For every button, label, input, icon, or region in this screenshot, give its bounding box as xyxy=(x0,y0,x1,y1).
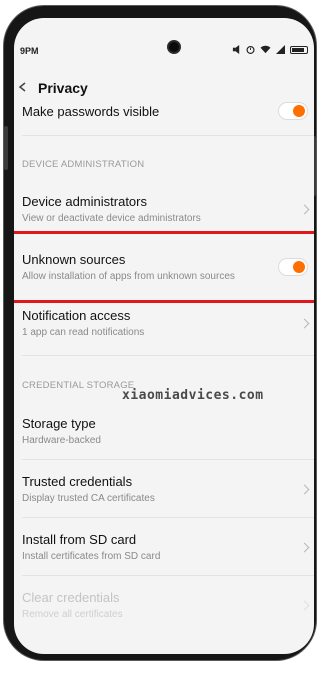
back-arrow-icon[interactable] xyxy=(18,82,28,92)
row-sublabel: Hardware-backed xyxy=(22,435,101,446)
status-bar: 9PM xyxy=(14,44,314,60)
page-title: Privacy xyxy=(38,80,88,96)
row-label: Install from SD card xyxy=(22,532,137,547)
trusted-credentials-row[interactable]: Trusted credentials Display trusted CA c… xyxy=(14,460,314,518)
make-passwords-visible-row[interactable]: Make passwords visible xyxy=(14,102,314,136)
row-sublabel: 1 app can read notifications xyxy=(22,327,145,338)
row-divider xyxy=(22,135,314,136)
mute-icon xyxy=(232,45,240,54)
toggle-knob xyxy=(293,105,305,117)
volume-button xyxy=(4,126,8,170)
screen: 9PM Privacy Make passwords visible DEVIC… xyxy=(14,18,314,654)
highlight-line-top xyxy=(14,231,314,234)
row-sublabel: Display trusted CA certificates xyxy=(22,493,155,504)
row-sublabel: Remove all certificates xyxy=(22,609,123,620)
chevron-right-icon xyxy=(299,318,310,329)
row-label: Notification access xyxy=(22,308,131,323)
row-label: Unknown sources xyxy=(22,252,126,267)
battery-icon xyxy=(290,45,308,54)
device-administrators-row[interactable]: Device administrators View or deactivate… xyxy=(14,178,314,230)
unknown-sources-toggle[interactable] xyxy=(278,258,308,276)
chevron-right-icon xyxy=(299,484,310,495)
alarm-icon xyxy=(246,45,255,54)
section-header-credential-storage: CREDENTIAL STORAGE xyxy=(22,380,135,391)
make-passwords-visible-toggle[interactable] xyxy=(278,102,308,120)
section-header-device-administration: DEVICE ADMINISTRATION xyxy=(22,159,145,170)
chevron-right-icon xyxy=(299,542,310,553)
row-label: Clear credentials xyxy=(22,590,120,605)
status-time: 9PM xyxy=(20,46,39,56)
row-sublabel: Allow installation of apps from unknown … xyxy=(22,271,235,282)
toggle-knob xyxy=(293,261,305,273)
front-camera xyxy=(167,40,181,54)
unknown-sources-row[interactable]: Unknown sources Allow installation of ap… xyxy=(14,236,314,300)
install-from-sd-card-row[interactable]: Install from SD card Install certificate… xyxy=(14,518,314,576)
storage-type-row: Storage type Hardware-backed xyxy=(14,398,314,460)
row-sublabel: Install certificates from SD card xyxy=(22,551,161,562)
clear-credentials-row: Clear credentials Remove all certificate… xyxy=(14,576,314,634)
row-label: Device administrators xyxy=(22,194,147,209)
row-divider xyxy=(22,355,314,356)
row-sublabel: View or deactivate device administrators xyxy=(22,213,201,224)
wifi-icon xyxy=(260,45,271,54)
row-label: Trusted credentials xyxy=(22,474,133,489)
signal-icon xyxy=(276,45,285,54)
phone-frame: 9PM Privacy Make passwords visible DEVIC… xyxy=(4,6,316,660)
row-label: Storage type xyxy=(22,416,96,431)
status-icons xyxy=(232,45,308,54)
app-header: Privacy xyxy=(14,74,314,104)
highlight-line-bottom xyxy=(14,300,314,303)
notification-access-row[interactable]: Notification access 1 app can read notif… xyxy=(14,304,314,356)
chevron-right-icon xyxy=(299,204,310,215)
row-label: Make passwords visible xyxy=(22,104,160,119)
chevron-right-icon xyxy=(299,600,310,611)
